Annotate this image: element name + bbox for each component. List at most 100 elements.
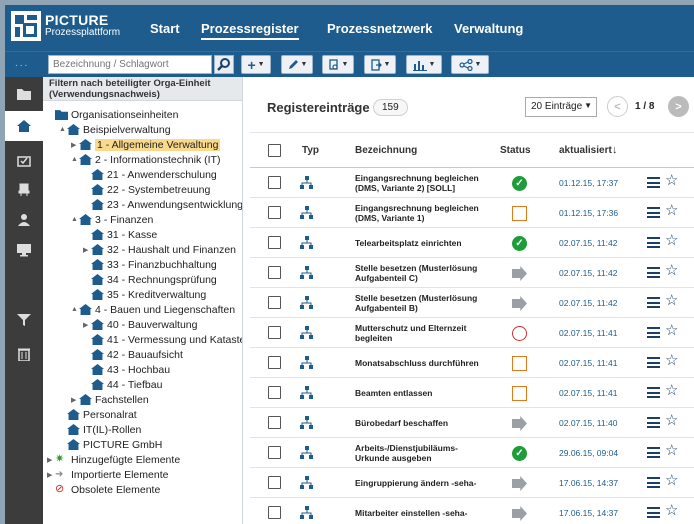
star-icon[interactable]: ☆ — [665, 473, 678, 488]
menu-icon[interactable] — [647, 267, 660, 278]
table-row[interactable]: Eingangsrechnung begleichen (DMS, Varian… — [250, 198, 694, 228]
tree-node[interactable]: 35 - Kreditverwaltung — [83, 287, 206, 302]
nav-verwaltung[interactable]: Verwaltung — [454, 21, 523, 36]
row-name[interactable]: Beamten entlassen — [355, 388, 485, 398]
tree-node[interactable]: ⊘ Obsolete Elemente — [47, 482, 160, 497]
tree-toggle-icon[interactable]: ▲ — [71, 216, 79, 223]
row-checkbox[interactable] — [268, 356, 281, 369]
tree-node[interactable]: 41 - Vermessung und Kataster — [83, 332, 242, 347]
tree-node[interactable]: 22 - Systembetreuung — [83, 182, 210, 197]
menu-icon[interactable] — [647, 477, 660, 488]
row-checkbox[interactable] — [268, 206, 281, 219]
tree-toggle-icon[interactable]: ▲ — [59, 126, 67, 133]
column-status[interactable]: Status — [500, 145, 531, 156]
find-button[interactable]: ▼ — [322, 55, 354, 74]
nav-prozessnetzwerk[interactable]: Prozessnetzwerk — [327, 21, 433, 36]
menu-icon[interactable] — [647, 207, 660, 218]
row-checkbox[interactable] — [268, 236, 281, 249]
table-row[interactable]: Telearbeitsplatz einrichten ✓ 02.07.15, 11… — [250, 228, 694, 258]
per-page-select[interactable]: 20 Einträge ▼ — [525, 97, 597, 117]
row-checkbox[interactable] — [268, 416, 281, 429]
rail-tasks[interactable] — [5, 145, 43, 175]
row-checkbox[interactable] — [268, 446, 281, 459]
sort-down-icon[interactable]: ↓ — [612, 144, 618, 156]
table-row[interactable]: Monatsabschluss durchführen 02.07.15, 11:… — [250, 348, 694, 378]
row-checkbox[interactable] — [268, 266, 281, 279]
nav-start[interactable]: Start — [150, 21, 180, 36]
tree-node[interactable]: 42 - Bauaufsicht — [83, 347, 183, 362]
tree-node[interactable]: ▲ 4 - Bauen und Liegenschaften — [71, 302, 235, 317]
previous-page-button[interactable]: < — [607, 96, 628, 117]
star-icon[interactable]: ☆ — [665, 383, 678, 398]
tree-toggle-icon[interactable]: ▶ — [71, 141, 79, 149]
row-checkbox[interactable] — [268, 296, 281, 309]
tree-node[interactable]: IT(IL)-Rollen — [59, 422, 141, 437]
tree-node[interactable]: ▶ 32 - Haushalt und Finanzen — [83, 242, 236, 257]
export-button[interactable]: ▼ — [364, 55, 396, 74]
tree-node[interactable]: Organisationseinheiten — [47, 107, 178, 122]
tree-node[interactable]: ▶ ✷ Hinzugefügte Elemente — [47, 452, 180, 467]
row-name[interactable]: Eingangsrechnung begleichen (DMS, Varian… — [355, 203, 485, 223]
star-icon[interactable]: ☆ — [665, 353, 678, 368]
menu-icon[interactable] — [647, 297, 660, 308]
row-checkbox[interactable] — [268, 326, 281, 339]
rail-user[interactable] — [5, 205, 43, 235]
tree-toggle-icon[interactable]: ▶ — [83, 246, 91, 254]
row-name[interactable]: Telearbeitsplatz einrichten — [355, 238, 485, 248]
menu-icon[interactable] — [647, 447, 660, 458]
table-row[interactable]: Stelle besetzen (Musterlösung Aufgabente… — [250, 258, 694, 288]
tree-toggle-icon[interactable]: ▲ — [71, 156, 79, 163]
rail-monitor[interactable] — [5, 235, 43, 265]
share-button[interactable]: ▼ — [451, 55, 489, 74]
logo[interactable]: PICTURE Prozessplattform — [11, 11, 120, 41]
star-icon[interactable]: ☆ — [665, 263, 678, 278]
star-icon[interactable]: ☆ — [665, 323, 678, 338]
table-row[interactable]: Beamten entlassen 02.07.15, 11:41 ☆ — [250, 378, 694, 408]
tree-toggle-icon[interactable]: ▲ — [71, 306, 79, 313]
tree-node[interactable]: ▲ 3 - Finanzen — [71, 212, 153, 227]
nav-prozessregister[interactable]: Prozessregister — [201, 21, 299, 40]
row-name[interactable]: Bürobedarf beschaffen — [355, 418, 485, 428]
tree-node[interactable]: 43 - Hochbau — [83, 362, 170, 377]
row-name[interactable]: Mutterschutz und Elternzeit begleiten — [355, 323, 485, 343]
tree-node[interactable]: 33 - Finanzbuchhaltung — [83, 257, 217, 272]
star-icon[interactable]: ☆ — [665, 293, 678, 308]
star-icon[interactable]: ☆ — [665, 233, 678, 248]
tree-node[interactable]: 44 - Tiefbau — [83, 377, 162, 392]
tree-node[interactable]: ▲ Beispielverwaltung — [59, 122, 171, 137]
tree-toggle-icon[interactable]: ▶ — [71, 396, 79, 404]
row-name[interactable]: Eingruppierung ändern -seha- — [355, 478, 485, 488]
tree-node[interactable]: 34 - Rechnungsprüfung — [83, 272, 217, 287]
row-checkbox[interactable] — [268, 176, 281, 189]
tree-toggle-icon[interactable]: ▶ — [83, 321, 91, 329]
row-checkbox[interactable] — [268, 506, 281, 519]
tree-node[interactable]: 31 - Kasse — [83, 227, 157, 242]
select-all-checkbox[interactable] — [268, 144, 281, 157]
table-row[interactable]: Eingangsrechnung begleichen (DMS, Varian… — [250, 168, 694, 198]
rail-chair[interactable] — [5, 175, 43, 205]
row-name[interactable]: Monatsabschluss durchführen — [355, 358, 485, 368]
menu-icon[interactable] — [647, 417, 660, 428]
charts-button[interactable]: ▼ — [406, 55, 442, 74]
star-icon[interactable]: ☆ — [665, 173, 678, 188]
star-icon[interactable]: ☆ — [665, 503, 678, 518]
tree-toggle-icon[interactable]: ▶ — [47, 456, 55, 464]
search-input[interactable] — [48, 55, 212, 74]
row-checkbox[interactable] — [268, 386, 281, 399]
star-icon[interactable]: ☆ — [665, 413, 678, 428]
rail-trash[interactable] — [5, 339, 43, 369]
row-name[interactable]: Stelle besetzen (Musterlösung Aufgabente… — [355, 263, 485, 283]
tree-node[interactable]: PICTURE GmbH — [59, 437, 162, 452]
star-icon[interactable]: ☆ — [665, 443, 678, 458]
row-name[interactable]: Stelle besetzen (Musterlösung Aufgabente… — [355, 293, 485, 313]
menu-icon[interactable] — [647, 177, 660, 188]
edit-button[interactable]: ▼ — [281, 55, 313, 74]
table-row[interactable]: Arbeits-/Dienstjubiläums-Urkunde ausgebe… — [250, 438, 694, 468]
tree-node[interactable]: Personalrat — [59, 407, 137, 422]
tree-node[interactable]: 23 - Anwendungsentwicklung — [83, 197, 242, 212]
column-bezeichnung[interactable]: Bezeichnung — [355, 145, 417, 156]
rail-home[interactable] — [5, 111, 43, 141]
row-name[interactable]: Eingangsrechnung begleichen (DMS, Varian… — [355, 173, 485, 193]
tree-node[interactable]: ▶ Fachstellen — [71, 392, 149, 407]
tree-node[interactable]: ▲ 2 - Informationstechnik (IT) — [71, 152, 220, 167]
